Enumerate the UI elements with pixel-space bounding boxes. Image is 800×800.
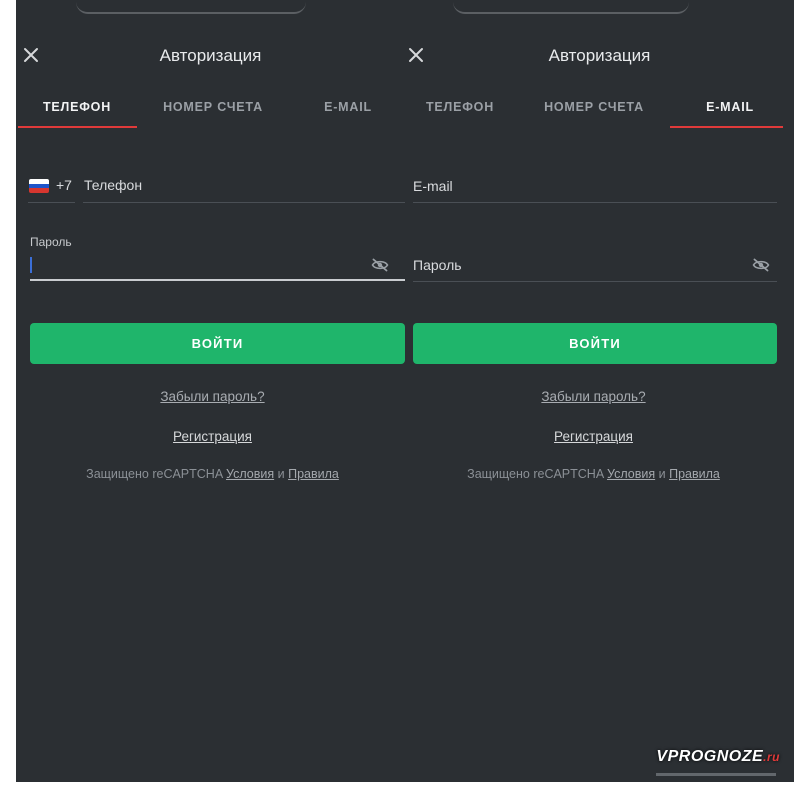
active-tab-indicator — [670, 126, 783, 128]
watermark-brand: VPROGNOZE — [656, 748, 764, 765]
eye-off-icon[interactable] — [752, 258, 770, 272]
phone-input[interactable]: Телефон — [84, 177, 142, 193]
device-notch — [76, 0, 306, 14]
device-notch — [453, 0, 689, 14]
tab-phone[interactable]: ТЕЛЕФОН — [26, 94, 128, 128]
page-title: Авторизация — [548, 46, 651, 65]
login-button[interactable]: ВОЙТИ — [30, 323, 405, 364]
tab-phone[interactable]: ТЕЛЕФОН — [409, 94, 511, 128]
password-input-underline — [30, 279, 405, 281]
recaptcha-notice: Защищено reCAPTCHA Условия и Правила — [405, 467, 788, 481]
watermark-tld: .ru — [763, 750, 780, 764]
email-input-underline — [413, 202, 777, 203]
recaptcha-and: и — [658, 467, 666, 481]
watermark-logo: VPROGNOZE.ru — [656, 748, 780, 766]
login-screen-phone: Авторизация ТЕЛЕФОН НОМЕР СЧЕТА E-MAIL +… — [16, 0, 405, 782]
tab-email[interactable]: E-MAIL — [308, 94, 388, 128]
eye-off-icon[interactable] — [371, 258, 389, 272]
rules-link[interactable]: Правила — [288, 467, 339, 481]
recaptcha-text: Защищено reCAPTCHA — [467, 467, 604, 481]
rules-link[interactable]: Правила — [669, 467, 720, 481]
tab-email[interactable]: E-MAIL — [675, 94, 785, 128]
auth-tabs: ТЕЛЕФОН НОМЕР СЧЕТА E-MAIL — [405, 94, 794, 128]
password-input-underline — [413, 281, 777, 282]
register-link[interactable]: Регистрация — [18, 429, 405, 444]
password-input[interactable] — [30, 250, 370, 278]
watermark-tagline — [656, 773, 776, 776]
active-tab-indicator — [18, 126, 137, 128]
page-title: Авторизация — [159, 46, 262, 65]
password-input[interactable]: Пароль — [413, 257, 462, 273]
russia-flag-icon[interactable] — [29, 179, 49, 193]
tab-account-number[interactable]: НОМЕР СЧЕТА — [144, 94, 282, 128]
login-screen-email: Авторизация ТЕЛЕФОН НОМЕР СЧЕТА E-MAIL E… — [405, 0, 794, 782]
login-button[interactable]: ВОЙТИ — [413, 323, 777, 364]
forgot-password-link[interactable]: Забыли пароль? — [18, 389, 405, 404]
auth-tabs: ТЕЛЕФОН НОМЕР СЧЕТА E-MAIL — [16, 94, 405, 128]
tab-account-number[interactable]: НОМЕР СЧЕТА — [525, 94, 663, 128]
password-label: Пароль — [30, 235, 72, 249]
email-input[interactable]: E-mail — [413, 178, 453, 194]
country-code-underline — [28, 202, 75, 203]
recaptcha-and: и — [277, 467, 285, 481]
terms-link[interactable]: Условия — [607, 467, 655, 481]
register-link[interactable]: Регистрация — [405, 429, 788, 444]
forgot-password-link[interactable]: Забыли пароль? — [405, 389, 788, 404]
country-code[interactable]: +7 — [56, 177, 72, 193]
phone-input-underline — [83, 202, 405, 203]
terms-link[interactable]: Условия — [226, 467, 274, 481]
recaptcha-text: Защищено reCAPTCHA — [86, 467, 223, 481]
recaptcha-notice: Защищено reCAPTCHA Условия и Правила — [18, 467, 405, 481]
